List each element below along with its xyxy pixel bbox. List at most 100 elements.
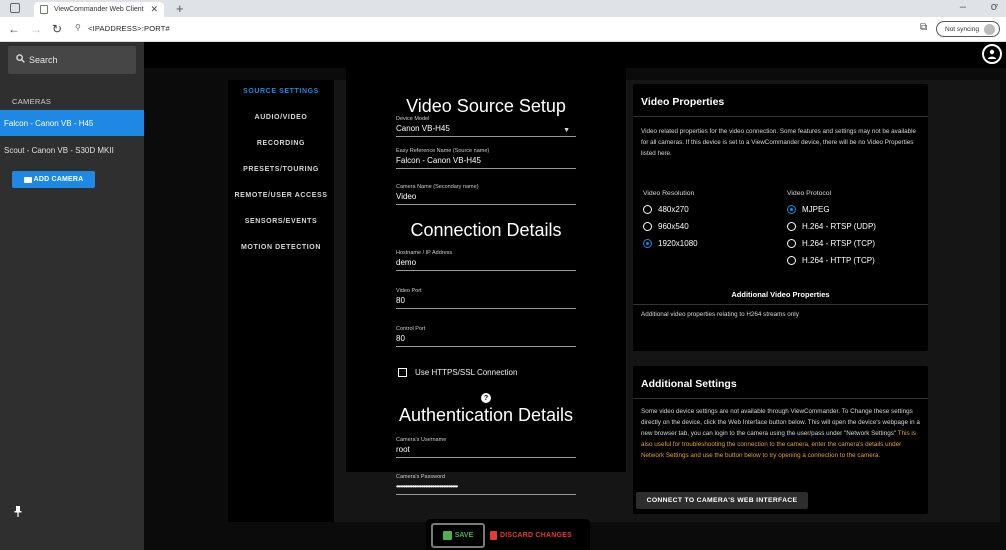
field-label: Easy Reference Name (Source name) [396,148,490,154]
tab-motion-detection[interactable]: MOTION DETECTION [228,244,334,251]
help-icon[interactable]: ? [481,393,491,403]
browser-tab[interactable]: ViewCommander Web Client ✕ [34,2,164,17]
field-label: Camera Name (Secondary name) [396,184,479,190]
cameras-heading: CAMERAS [12,97,52,106]
address-bar: ← → ↻ ⚲ <IPADDRESS>:PORT# ⧉ Not syncing [0,17,1006,42]
field-label: Video Port [396,288,422,294]
add-camera-button[interactable]: ADD CAMERA [12,171,95,188]
field-label: Device Model [396,116,430,122]
settings-nav: SOURCE SETTINGS AUDIO/VIDEO RECORDING PR… [228,80,334,522]
password-field[interactable]: Camera's Password ••••••••••••••••••••••… [396,474,576,495]
protocol-label: Video Protocol [787,190,832,197]
extensions-icon[interactable]: ⧉ [920,22,927,33]
https-checkbox-row[interactable]: Use HTTPS/SSL Connection [398,368,517,377]
camera-item-falcon[interactable]: Falcon - Canon VB - H45 [0,110,144,136]
caret-down-icon: ▼ [563,127,570,134]
minimize-icon[interactable]: – [960,1,966,13]
username-field[interactable]: Camera's Username root [396,437,576,458]
page-icon [40,5,48,14]
hostname-field[interactable]: Hostname / IP Address demo [396,250,576,271]
sync-label: Not syncing [945,25,979,33]
field-value: root [396,445,576,458]
card-title: Additional Settings [641,378,737,390]
protocol-option-http-tcp[interactable]: H.264 - HTTP (TCP) [787,256,875,265]
field-value: Falcon - Canon VB-H45 [396,156,576,169]
window-control-icon[interactable]: ơ [991,1,998,13]
connection-heading: Connection Details [410,220,562,240]
field-value: Canon VB-H45 [396,124,576,137]
save-button[interactable]: SAVE [431,523,485,548]
tab-audio-video[interactable]: AUDIO/VIDEO [228,114,334,121]
card-title: Video Properties [641,96,725,108]
camera-add-icon [23,176,32,183]
field-label: Camera's Password [396,474,446,480]
additional-settings-text: Some video device settings are not avail… [641,406,921,461]
reference-name-field[interactable]: Easy Reference Name (Source name) Falcon… [396,148,576,169]
save-icon [442,531,452,540]
search-placeholder: Search [29,55,58,65]
auth-heading: Authentication Details [398,405,574,425]
option-label: H.264 - RTSP (TCP) [802,239,876,248]
field-value: •••••••••••••••••••••••••••••••••• [396,482,576,495]
radio-selected-icon [787,205,796,214]
option-label: 480x270 [658,205,689,214]
https-checkbox[interactable] [398,368,407,377]
search-icon [16,54,25,66]
field-value: 80 [396,334,576,347]
tab-actions-icon[interactable] [10,3,20,13]
radio-selected-icon [643,239,652,248]
add-camera-label: ADD CAMERA [33,176,84,183]
video-port-field[interactable]: Video Port 80 [396,288,576,309]
protocol-option-mjpeg[interactable]: MJPEG [787,205,830,214]
camera-item-label: Falcon - Canon VB - H45 [4,118,94,128]
search-icon: ⚲ [75,23,81,32]
radio-icon [787,222,796,231]
info-text: Some video device settings are not avail… [641,408,920,437]
video-properties-description: Video related properties for the video c… [641,128,917,157]
web-interface-button[interactable]: CONNECT TO CAMERA'S WEB INTERFACE [636,492,808,509]
back-icon[interactable]: ← [8,22,20,36]
sync-button[interactable]: Not syncing [936,21,1000,37]
radio-icon [643,205,652,214]
video-source-heading: Video Source Setup [406,96,566,116]
discard-changes-button[interactable]: DISCARD CHANGES [490,527,572,544]
tab-source-settings[interactable]: SOURCE SETTINGS [228,88,334,95]
camera-name-field[interactable]: Camera Name (Secondary name) Video [396,184,576,205]
forward-icon[interactable]: → [30,22,42,36]
camera-item-label: Scout - Canon VB - S30D MKII [4,145,114,155]
account-icon[interactable] [982,44,1002,64]
tab-recording[interactable]: RECORDING [228,140,334,147]
option-label: H.264 - RTSP (UDP) [802,222,876,231]
new-tab-button[interactable]: + [176,1,184,16]
resolution-label: Video Resolution [643,190,695,197]
resolution-option-480[interactable]: 480x270 [643,205,689,214]
url-field[interactable]: <IPADDRESS>:PORT# [88,24,170,33]
resolution-option-960[interactable]: 960x540 [643,222,689,231]
save-label: SAVE [454,532,474,539]
avatar [983,23,995,35]
close-icon[interactable]: ✕ [150,4,158,15]
divider [633,116,928,117]
reload-icon[interactable]: ↻ [52,22,62,36]
option-label: MJPEG [802,205,830,214]
tab-sensors-events[interactable]: SENSORS/EVENTS [228,218,334,225]
control-port-field[interactable]: Control Port 80 [396,326,576,347]
divider [633,304,928,305]
protocol-option-rtsp-udp[interactable]: H.264 - RTSP (UDP) [787,222,876,231]
option-label: 1920x1080 [658,239,698,248]
camera-item-scout[interactable]: Scout - Canon VB - S30D MKII [0,137,144,163]
tab-title: ViewCommander Web Client [54,6,144,13]
tab-remote-user-access[interactable]: REMOTE/USER ACCESS [228,192,334,199]
field-value: 80 [396,296,576,309]
device-model-select[interactable]: Device Model Canon VB-H45 ▼ [396,116,576,137]
video-properties-card: Video Properties Video related propertie… [633,84,928,351]
field-label: Control Port [396,326,426,332]
pin-icon[interactable] [14,506,22,520]
browser-tab-bar: ViewCommander Web Client ✕ + – ơ [0,0,1006,17]
search-input[interactable]: Search [8,46,136,74]
additional-video-heading: Additional Video Properties [731,290,830,299]
resolution-option-1920[interactable]: 1920x1080 [643,239,698,248]
tab-presets-touring[interactable]: PRESETS/TOURING [228,166,334,173]
https-label: Use HTTPS/SSL Connection [415,368,518,377]
protocol-option-rtsp-tcp[interactable]: H.264 - RTSP (TCP) [787,239,875,248]
